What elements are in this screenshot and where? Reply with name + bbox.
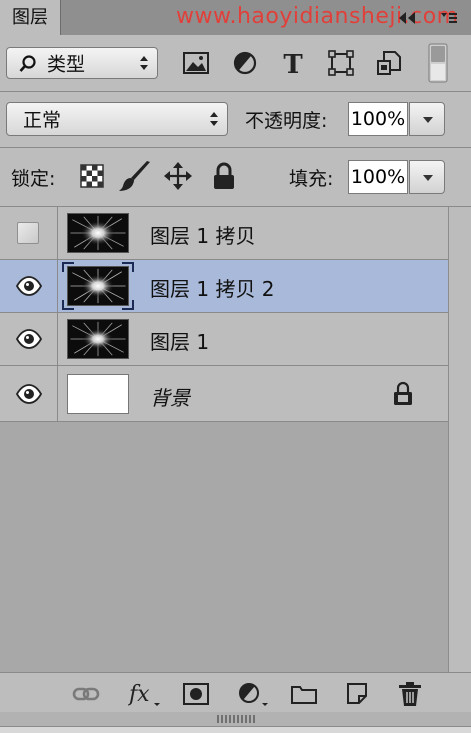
- collapse-panel-icon[interactable]: [396, 10, 418, 26]
- filter-toggle-switch[interactable]: [428, 43, 448, 83]
- selection-corner-brackets: [62, 262, 134, 310]
- layer-name[interactable]: 图层 1: [150, 326, 209, 355]
- layer-name[interactable]: 背景: [150, 382, 190, 411]
- opacity-input[interactable]: 100%: [348, 102, 408, 136]
- visibility-toggle[interactable]: [0, 313, 58, 365]
- add-mask-icon[interactable]: [182, 681, 210, 707]
- blend-mode-label: 正常: [23, 109, 62, 132]
- updown-arrows-icon: [140, 56, 148, 70]
- tab-layers[interactable]: 图层: [0, 0, 61, 35]
- new-adjustment-layer-icon[interactable]: [236, 681, 270, 707]
- type-layer-filter-icon[interactable]: T: [278, 48, 308, 78]
- fill-input[interactable]: 100%: [348, 160, 408, 194]
- layers-empty-area: [0, 422, 448, 672]
- updown-arrows-icon: [210, 112, 218, 126]
- eye-icon[interactable]: [16, 276, 42, 296]
- resize-grip[interactable]: [0, 712, 471, 733]
- visibility-toggle[interactable]: [0, 260, 58, 312]
- lock-icon: [394, 381, 412, 405]
- lock-transparent-pixels-icon[interactable]: [80, 164, 104, 188]
- lock-all-icon[interactable]: [211, 162, 237, 190]
- blend-mode-dropdown[interactable]: 正常: [6, 102, 228, 136]
- lock-image-pixels-brush-icon[interactable]: [118, 160, 152, 192]
- panel-menu-icon[interactable]: [440, 12, 458, 24]
- lock-row: 锁定: 填充: 100%: [0, 148, 471, 206]
- link-layers-icon[interactable]: [72, 681, 100, 707]
- fill-dropdown-button[interactable]: [409, 160, 445, 194]
- panel-footer: fx: [0, 672, 471, 713]
- smart-object-filter-icon[interactable]: [374, 48, 404, 78]
- eye-icon[interactable]: [16, 329, 42, 349]
- lock-position-move-icon[interactable]: [164, 162, 192, 190]
- layers-panel: 图层 www.haoyidiansheji.com 类型 T 正常 不透明度: …: [0, 0, 471, 733]
- fx-layer-style-icon[interactable]: fx: [128, 681, 162, 707]
- layer-name[interactable]: 图层 1 拷贝 2: [150, 273, 275, 302]
- grip-dots-icon: [217, 715, 257, 723]
- filter-kind-label: 类型: [47, 53, 86, 76]
- panel-header: 图层 www.haoyidiansheji.com: [0, 0, 471, 35]
- lock-label: 锁定:: [11, 168, 56, 190]
- layers-scrollbar[interactable]: [448, 207, 471, 672]
- search-icon: [19, 55, 36, 72]
- visibility-toggle[interactable]: [0, 207, 58, 259]
- visibility-toggle[interactable]: [0, 366, 58, 421]
- filter-kind-dropdown[interactable]: 类型: [6, 47, 158, 79]
- visibility-off-box-icon[interactable]: [17, 222, 39, 244]
- delete-layer-trash-icon[interactable]: [396, 681, 424, 707]
- eye-icon[interactable]: [16, 384, 42, 404]
- layer-thumbnail: [67, 213, 129, 253]
- fill-label: 填充:: [289, 168, 334, 190]
- layer-name[interactable]: 图层 1 拷贝: [150, 220, 255, 249]
- opacity-label: 不透明度:: [245, 110, 328, 132]
- grip-bottom-edge: [0, 726, 471, 733]
- svg-text:T: T: [283, 50, 303, 78]
- layer-thumbnail-white: [67, 374, 129, 414]
- opacity-dropdown-button[interactable]: [409, 102, 445, 136]
- adjustment-layer-filter-icon[interactable]: [230, 48, 260, 78]
- layer-thumbnail: [67, 319, 129, 359]
- shape-layer-filter-icon[interactable]: [326, 48, 356, 78]
- layer-row-background[interactable]: 背景: [0, 366, 448, 422]
- new-layer-icon[interactable]: [344, 681, 372, 707]
- blend-row: 正常 不透明度: 100%: [0, 92, 471, 147]
- layer-row[interactable]: 图层 1: [0, 313, 448, 366]
- filter-row: 类型 T: [0, 35, 471, 91]
- svg-text:fx: fx: [128, 682, 150, 707]
- pixel-layer-filter-icon[interactable]: [181, 48, 211, 78]
- layer-row-selected[interactable]: 图层 1 拷贝 2: [0, 260, 448, 313]
- new-group-folder-icon[interactable]: [290, 681, 318, 707]
- layer-row[interactable]: 图层 1 拷贝: [0, 207, 448, 260]
